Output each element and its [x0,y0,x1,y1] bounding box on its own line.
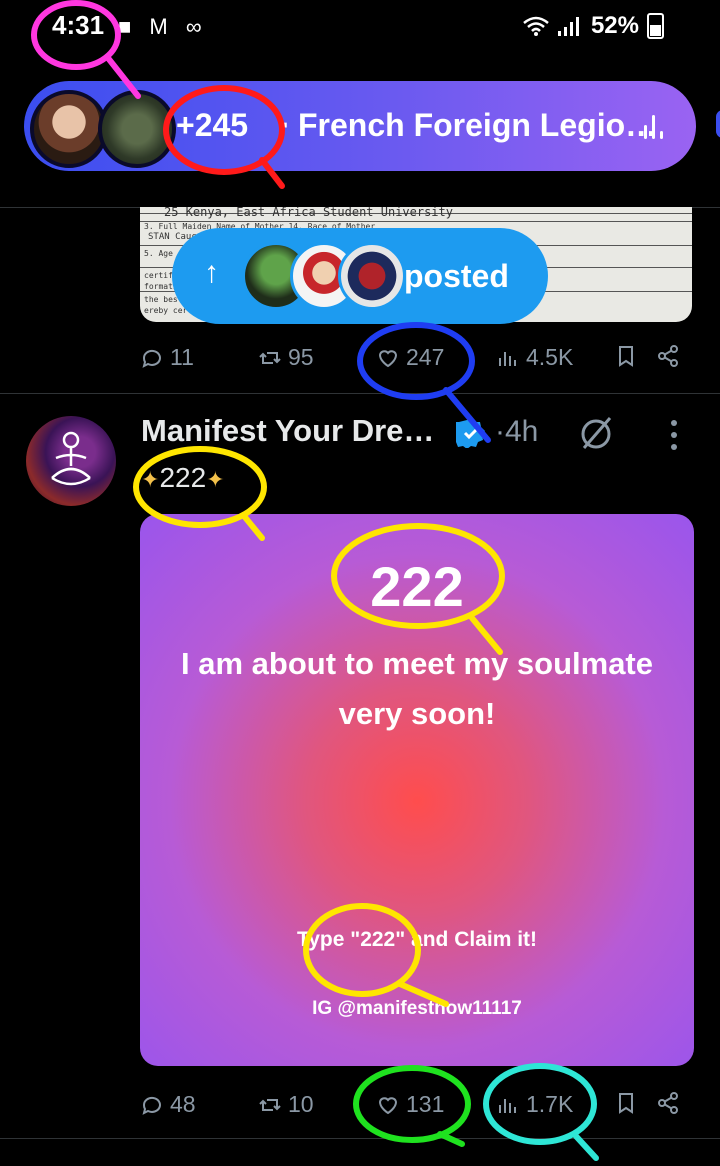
poster-avatar [338,242,406,310]
toast-label: posted [404,258,509,294]
space-listener-count: +245 [176,107,249,143]
sparkle-icon: ✦ [206,467,225,492]
views-icon [499,351,516,366]
doc-text-a: 25 Kenya, East Africa Student University [164,207,453,219]
annotation-handle [437,1131,465,1147]
verified-badge-icon [456,419,485,448]
edge-pill-fragment [716,110,720,138]
pill-separator: · [280,107,291,143]
post-media-card[interactable]: 222 I am about to meet my soulmate very … [140,514,694,1066]
reply-icon [142,1096,161,1115]
battery-icon [647,13,664,39]
share-icon [658,345,678,367]
space-host-avatar [30,90,108,168]
new-posts-toast[interactable]: ↑ posted [172,228,548,324]
heart-icon [378,349,398,367]
bookmark-icon [619,1093,633,1114]
reply-button[interactable]: 48 [140,1091,196,1118]
views-icon [499,1098,516,1113]
arrow-up-icon: ↑ [204,256,219,289]
repost-icon [259,1098,281,1111]
space-cohost-avatar [98,90,176,168]
repost-button[interactable]: 95 [258,344,314,371]
like-button[interactable]: 131 [376,1091,444,1118]
reply-button[interactable]: 11 [140,344,194,371]
tweet2-action-bar: 48 10 131 1.7K [140,1083,692,1123]
reply-icon [142,349,161,368]
author-avatar[interactable] [26,416,116,506]
post-time: ·4h [495,415,539,448]
bookmark-button[interactable] [614,344,638,368]
share-button[interactable] [656,1091,680,1115]
cell-signal-icon [557,17,579,36]
bookmark-icon [619,346,633,367]
battery-percent: 52% [590,12,639,39]
reply-count: 11 [170,344,194,370]
card-instagram-handle: IG @manifestnow11117 [312,998,522,1019]
share-icon [658,1092,678,1114]
like-count: 131 [406,1091,445,1117]
bookmark-button[interactable] [614,1091,638,1115]
views-count: 1.7K [526,1091,574,1117]
more-options-icon[interactable] [664,418,684,452]
notification-icons: ■ M ∞ [118,14,208,39]
card-affirmation-line2: very soon! [338,696,496,731]
audio-wave-icon [644,113,666,139]
repost-count: 95 [288,344,314,370]
space-title: French Foreign Legio… [298,107,658,143]
card-affirmation-line1: I am about to meet my soulmate [181,646,653,681]
views-button[interactable]: 1.7K [496,1091,573,1118]
grok-icon[interactable] [576,412,616,452]
status-bar: 4:31 ■ M ∞ 52% [0,0,720,56]
repost-button[interactable]: 10 [258,1091,314,1118]
repost-count: 10 [288,1091,314,1117]
meditation-logo-icon [51,431,91,486]
views-count: 4.5K [526,344,574,370]
divider [0,393,720,394]
author-name[interactable]: Manifest Your Dre… [141,413,434,449]
screen: 4:31 ■ M ∞ 52% +245 · French Foreign Leg… [0,0,720,1166]
tweet1-action-bar: 11 95 247 4.5K [140,336,692,376]
views-button[interactable]: 4.5K [496,344,573,371]
post-text: ✦222✦ [141,462,225,493]
repost-icon [259,351,281,364]
sparkle-icon: ✦ [141,467,160,492]
share-button[interactable] [656,344,680,368]
reply-count: 48 [170,1091,196,1117]
status-time: 4:31 [52,10,105,40]
card-call-to-action: Type "222" and Claim it! [296,928,538,951]
status-right: 52% [523,12,664,40]
like-count: 247 [406,344,445,370]
live-space-pill[interactable]: +245 · French Foreign Legio… [24,81,696,171]
heart-icon [378,1096,398,1114]
divider [0,1138,720,1139]
card-number: 222 [370,555,464,618]
wifi-icon [523,16,549,36]
like-button[interactable]: 247 [376,344,444,371]
